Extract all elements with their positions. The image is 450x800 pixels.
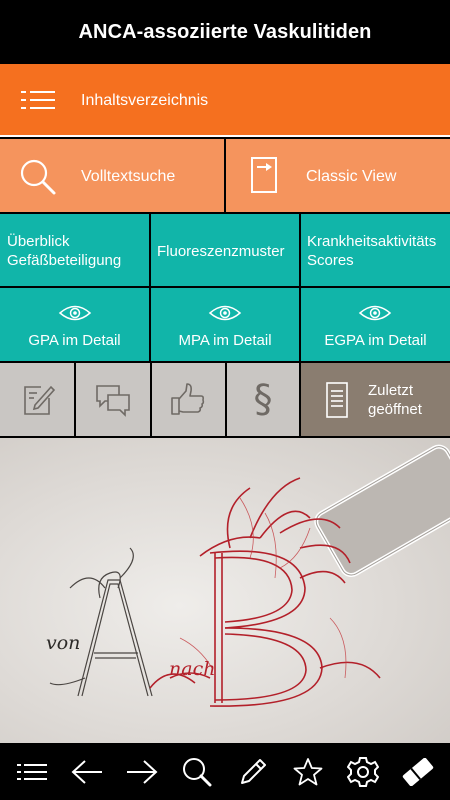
overview-vessels-button[interactable]: Überblick Gefäßbeteiligung <box>0 214 149 286</box>
egpa-detail-label: EGPA im Detail <box>324 332 427 349</box>
list-icon <box>21 91 55 109</box>
letter-a-graphic <box>49 547 153 697</box>
notes-button[interactable] <box>0 363 74 436</box>
toolbar-back-button[interactable] <box>65 750 109 794</box>
recent-button[interactable]: Zuletzt geöffnet <box>301 363 450 436</box>
egpa-detail-button[interactable]: EGPA im Detail <box>301 288 450 361</box>
search-icon <box>183 757 212 786</box>
eye-icon <box>58 305 92 321</box>
eye-icon <box>358 305 392 321</box>
back-arrow-icon <box>71 759 102 784</box>
hero-text-von: von <box>46 632 81 654</box>
chat-bubbles-icon <box>96 385 130 417</box>
forward-arrow-icon <box>127 759 158 784</box>
pencil-icon <box>240 758 266 784</box>
like-button[interactable] <box>152 363 225 436</box>
document-lines-icon <box>326 382 348 418</box>
eraser-graphic <box>314 444 450 577</box>
activity-scores-label: Krankheitsaktivitäts Scores <box>307 233 437 269</box>
hero-text-nach: nach <box>169 658 216 680</box>
gear-icon <box>347 756 380 787</box>
toolbar-search-button[interactable] <box>175 750 219 794</box>
toolbar-menu-button[interactable] <box>10 750 54 794</box>
fulltext-search-button[interactable]: Volltextsuche <box>0 139 224 212</box>
toolbar-settings-button[interactable] <box>341 750 385 794</box>
toolbar-favorite-button[interactable] <box>286 750 330 794</box>
app-title: ANCA-assoziierte Vaskulitiden <box>0 0 450 64</box>
contents-label: Inhaltsverzeichnis <box>81 92 209 109</box>
classic-view-label: Classic View <box>306 168 397 185</box>
list-icon <box>16 763 47 780</box>
recent-label: Zuletzt geöffnet <box>368 382 422 418</box>
activity-scores-button[interactable]: Krankheitsaktivitäts Scores <box>301 214 450 286</box>
thumbs-up-icon <box>171 383 205 415</box>
toolbar-forward-button[interactable] <box>120 750 164 794</box>
search-icon <box>20 159 56 195</box>
eraser-icon <box>403 757 434 786</box>
toolbar-eraser-button[interactable] <box>396 750 440 794</box>
hero-banner: von nach <box>0 438 450 743</box>
star-icon <box>293 757 323 785</box>
gpa-detail-button[interactable]: GPA im Detail <box>0 288 149 361</box>
fluorescence-button[interactable]: Fluoreszenzmuster <box>151 214 299 286</box>
gpa-detail-label: GPA im Detail <box>28 332 121 349</box>
bottom-toolbar <box>0 743 450 800</box>
mpa-detail-label: MPA im Detail <box>178 332 272 349</box>
hero-illustration <box>49 444 450 707</box>
discussion-button[interactable] <box>76 363 150 436</box>
eye-icon <box>208 305 242 321</box>
contents-button[interactable]: Inhaltsverzeichnis <box>0 64 450 137</box>
classic-view-button[interactable]: Classic View <box>226 139 450 212</box>
document-arrow-icon <box>251 157 277 193</box>
paragraph-icon: § <box>253 377 273 421</box>
legal-button[interactable]: § <box>227 363 299 436</box>
fulltext-search-label: Volltextsuche <box>81 168 176 185</box>
note-edit-icon <box>24 385 56 415</box>
overview-vessels-label: Überblick Gefäßbeteiligung <box>7 233 122 269</box>
fluorescence-label: Fluoreszenzmuster <box>157 243 285 260</box>
toolbar-pencil-button[interactable] <box>231 750 275 794</box>
mpa-detail-button[interactable]: MPA im Detail <box>151 288 299 361</box>
